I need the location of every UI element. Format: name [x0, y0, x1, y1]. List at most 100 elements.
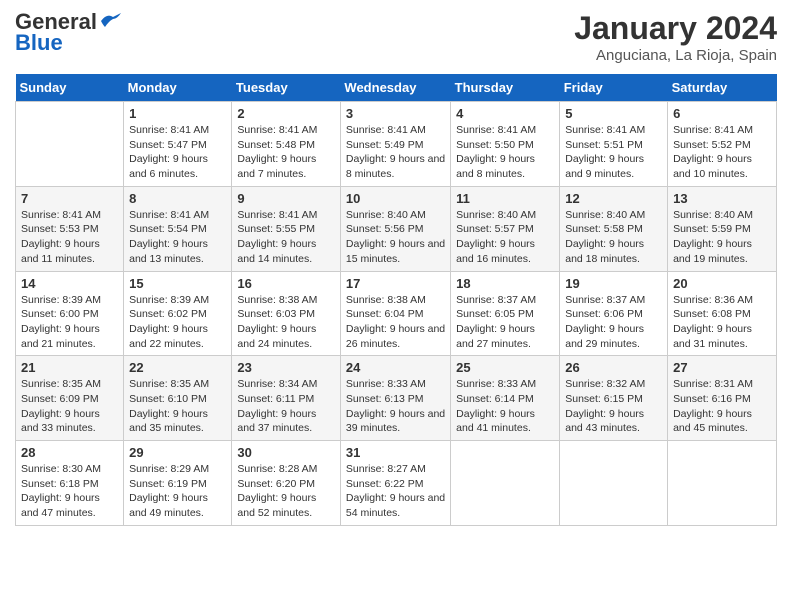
calendar-cell: 8Sunrise: 8:41 AMSunset: 5:54 PMDaylight…: [124, 186, 232, 271]
day-number: 29: [129, 445, 226, 460]
day-info: Sunrise: 8:38 AMSunset: 6:03 PMDaylight:…: [237, 293, 335, 352]
title-area: January 2024 Anguciana, La Rioja, Spain: [574, 10, 777, 64]
day-number: 6: [673, 106, 771, 121]
calendar-table: SundayMondayTuesdayWednesdayThursdayFrid…: [15, 74, 777, 526]
day-number: 12: [565, 191, 662, 206]
weekday-header-wednesday: Wednesday: [340, 74, 450, 102]
logo-bird-icon: [99, 13, 121, 29]
day-number: 17: [346, 276, 445, 291]
day-info: Sunrise: 8:38 AMSunset: 6:04 PMDaylight:…: [346, 293, 445, 352]
logo: General Blue: [15, 10, 121, 56]
day-info: Sunrise: 8:41 AMSunset: 5:49 PMDaylight:…: [346, 123, 445, 182]
day-number: 23: [237, 360, 335, 375]
day-number: 3: [346, 106, 445, 121]
calendar-cell: 26 Sunrise: 8:32 AMSunset: 6:15 PMDayligh…: [560, 356, 668, 441]
day-number: 25: [456, 360, 554, 375]
calendar-cell: 16 Sunrise: 8:38 AMSunset: 6:03 PMDayligh…: [232, 271, 341, 356]
day-info: Sunrise: 8:29 AMSunset: 6:19 PMDaylight:…: [129, 462, 226, 521]
day-number: 15: [129, 276, 226, 291]
calendar-cell: 25 Sunrise: 8:33 AMSunset: 6:14 PMDayligh…: [451, 356, 560, 441]
calendar-cell: 17 Sunrise: 8:38 AMSunset: 6:04 PMDayligh…: [340, 271, 450, 356]
day-info: Sunrise: 8:28 AMSunset: 6:20 PMDaylight:…: [237, 462, 335, 521]
day-number: 14: [21, 276, 118, 291]
day-number: 18: [456, 276, 554, 291]
day-number: 16: [237, 276, 335, 291]
day-number: 27: [673, 360, 771, 375]
weekday-header-friday: Friday: [560, 74, 668, 102]
weekday-header-sunday: Sunday: [16, 74, 124, 102]
day-number: 5: [565, 106, 662, 121]
calendar-cell: [668, 441, 777, 526]
day-info: Sunrise: 8:40 AMSunset: 5:57 PMDaylight:…: [456, 208, 554, 267]
calendar-cell: 1 Sunrise: 8:41 AMSunset: 5:47 PMDaylight…: [124, 102, 232, 187]
day-info: Sunrise: 8:27 AMSunset: 6:22 PMDaylight:…: [346, 462, 445, 521]
calendar-cell: 6Sunrise: 8:41 AMSunset: 5:52 PMDaylight…: [668, 102, 777, 187]
calendar-cell: 2 Sunrise: 8:41 AMSunset: 5:48 PMDaylight…: [232, 102, 341, 187]
day-info: Sunrise: 8:40 AMSunset: 5:59 PMDaylight:…: [673, 208, 771, 267]
weekday-header-row: SundayMondayTuesdayWednesdayThursdayFrid…: [16, 74, 777, 102]
day-info: Sunrise: 8:35 AMSunset: 6:09 PMDaylight:…: [21, 377, 118, 436]
calendar-cell: [16, 102, 124, 187]
calendar-week-row: 1 Sunrise: 8:41 AMSunset: 5:47 PMDaylight…: [16, 102, 777, 187]
calendar-cell: 22 Sunrise: 8:35 AMSunset: 6:10 PMDayligh…: [124, 356, 232, 441]
calendar-cell: 12 Sunrise: 8:40 AMSunset: 5:58 PMDayligh…: [560, 186, 668, 271]
calendar-cell: 11 Sunrise: 8:40 AMSunset: 5:57 PMDayligh…: [451, 186, 560, 271]
day-number: 21: [21, 360, 118, 375]
day-number: 22: [129, 360, 226, 375]
calendar-cell: 15 Sunrise: 8:39 AMSunset: 6:02 PMDayligh…: [124, 271, 232, 356]
calendar-cell: 21 Sunrise: 8:35 AMSunset: 6:09 PMDayligh…: [16, 356, 124, 441]
calendar-cell: 23 Sunrise: 8:34 AMSunset: 6:11 PMDayligh…: [232, 356, 341, 441]
page-container: General Blue January 2024 Anguciana, La …: [0, 0, 792, 536]
calendar-cell: 14Sunrise: 8:39 AMSunset: 6:00 PMDayligh…: [16, 271, 124, 356]
month-title: January 2024: [574, 10, 777, 47]
calendar-week-row: 21 Sunrise: 8:35 AMSunset: 6:09 PMDayligh…: [16, 356, 777, 441]
day-info: Sunrise: 8:35 AMSunset: 6:10 PMDaylight:…: [129, 377, 226, 436]
day-info: Sunrise: 8:30 AMSunset: 6:18 PMDaylight:…: [21, 462, 118, 521]
weekday-header-saturday: Saturday: [668, 74, 777, 102]
weekday-header-tuesday: Tuesday: [232, 74, 341, 102]
calendar-cell: [451, 441, 560, 526]
calendar-cell: 5 Sunrise: 8:41 AMSunset: 5:51 PMDaylight…: [560, 102, 668, 187]
day-number: 26: [565, 360, 662, 375]
calendar-cell: [560, 441, 668, 526]
calendar-cell: 7Sunrise: 8:41 AMSunset: 5:53 PMDaylight…: [16, 186, 124, 271]
calendar-cell: 13 Sunrise: 8:40 AMSunset: 5:59 PMDayligh…: [668, 186, 777, 271]
day-number: 4: [456, 106, 554, 121]
calendar-cell: 24Sunrise: 8:33 AMSunset: 6:13 PMDayligh…: [340, 356, 450, 441]
day-info: Sunrise: 8:33 AMSunset: 6:13 PMDaylight:…: [346, 377, 445, 436]
day-number: 30: [237, 445, 335, 460]
day-info: Sunrise: 8:41 AMSunset: 5:48 PMDaylight:…: [237, 123, 335, 182]
calendar-week-row: 14Sunrise: 8:39 AMSunset: 6:00 PMDayligh…: [16, 271, 777, 356]
calendar-week-row: 28Sunrise: 8:30 AMSunset: 6:18 PMDayligh…: [16, 441, 777, 526]
day-number: 20: [673, 276, 771, 291]
day-info: Sunrise: 8:41 AMSunset: 5:47 PMDaylight:…: [129, 123, 226, 182]
day-number: 11: [456, 191, 554, 206]
day-number: 2: [237, 106, 335, 121]
day-number: 7: [21, 191, 118, 206]
calendar-cell: 29 Sunrise: 8:29 AMSunset: 6:19 PMDayligh…: [124, 441, 232, 526]
day-number: 1: [129, 106, 226, 121]
day-info: Sunrise: 8:36 AMSunset: 6:08 PMDaylight:…: [673, 293, 771, 352]
day-number: 8: [129, 191, 226, 206]
calendar-cell: 3 Sunrise: 8:41 AMSunset: 5:49 PMDaylight…: [340, 102, 450, 187]
calendar-week-row: 7Sunrise: 8:41 AMSunset: 5:53 PMDaylight…: [16, 186, 777, 271]
day-info: Sunrise: 8:40 AMSunset: 5:56 PMDaylight:…: [346, 208, 445, 267]
calendar-cell: 31Sunrise: 8:27 AMSunset: 6:22 PMDayligh…: [340, 441, 450, 526]
day-info: Sunrise: 8:37 AMSunset: 6:05 PMDaylight:…: [456, 293, 554, 352]
calendar-cell: 10Sunrise: 8:40 AMSunset: 5:56 PMDayligh…: [340, 186, 450, 271]
day-info: Sunrise: 8:41 AMSunset: 5:51 PMDaylight:…: [565, 123, 662, 182]
logo-content: General Blue: [15, 10, 121, 56]
calendar-cell: 4Sunrise: 8:41 AMSunset: 5:50 PMDaylight…: [451, 102, 560, 187]
day-info: Sunrise: 8:32 AMSunset: 6:15 PMDaylight:…: [565, 377, 662, 436]
day-info: Sunrise: 8:33 AMSunset: 6:14 PMDaylight:…: [456, 377, 554, 436]
day-info: Sunrise: 8:39 AMSunset: 6:02 PMDaylight:…: [129, 293, 226, 352]
day-number: 13: [673, 191, 771, 206]
day-info: Sunrise: 8:40 AMSunset: 5:58 PMDaylight:…: [565, 208, 662, 267]
calendar-cell: 27Sunrise: 8:31 AMSunset: 6:16 PMDayligh…: [668, 356, 777, 441]
day-info: Sunrise: 8:34 AMSunset: 6:11 PMDaylight:…: [237, 377, 335, 436]
location-subtitle: Anguciana, La Rioja, Spain: [574, 47, 777, 64]
day-number: 9: [237, 191, 335, 206]
weekday-header-monday: Monday: [124, 74, 232, 102]
weekday-header-thursday: Thursday: [451, 74, 560, 102]
calendar-cell: 9Sunrise: 8:41 AMSunset: 5:55 PMDaylight…: [232, 186, 341, 271]
